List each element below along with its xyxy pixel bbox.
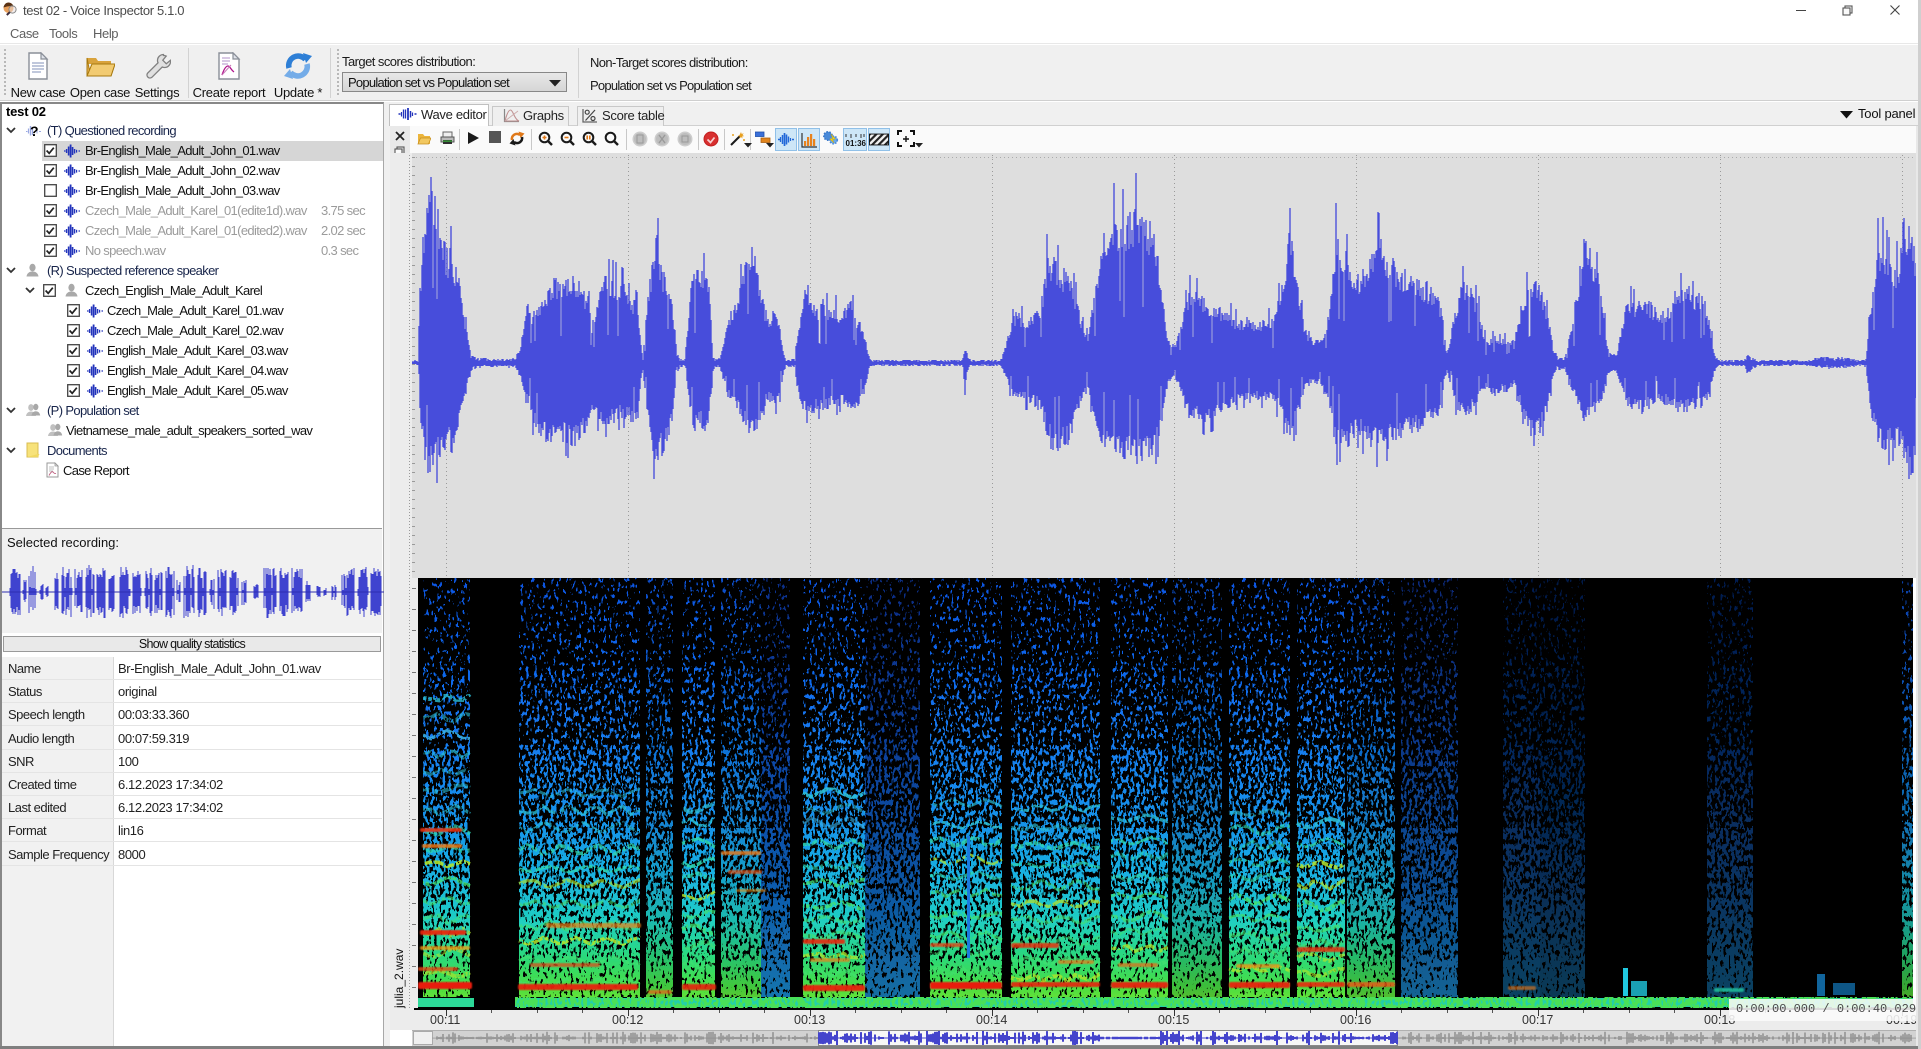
svg-text:01:36: 01:36 [846,139,867,148]
svg-text:?: ? [30,124,38,138]
